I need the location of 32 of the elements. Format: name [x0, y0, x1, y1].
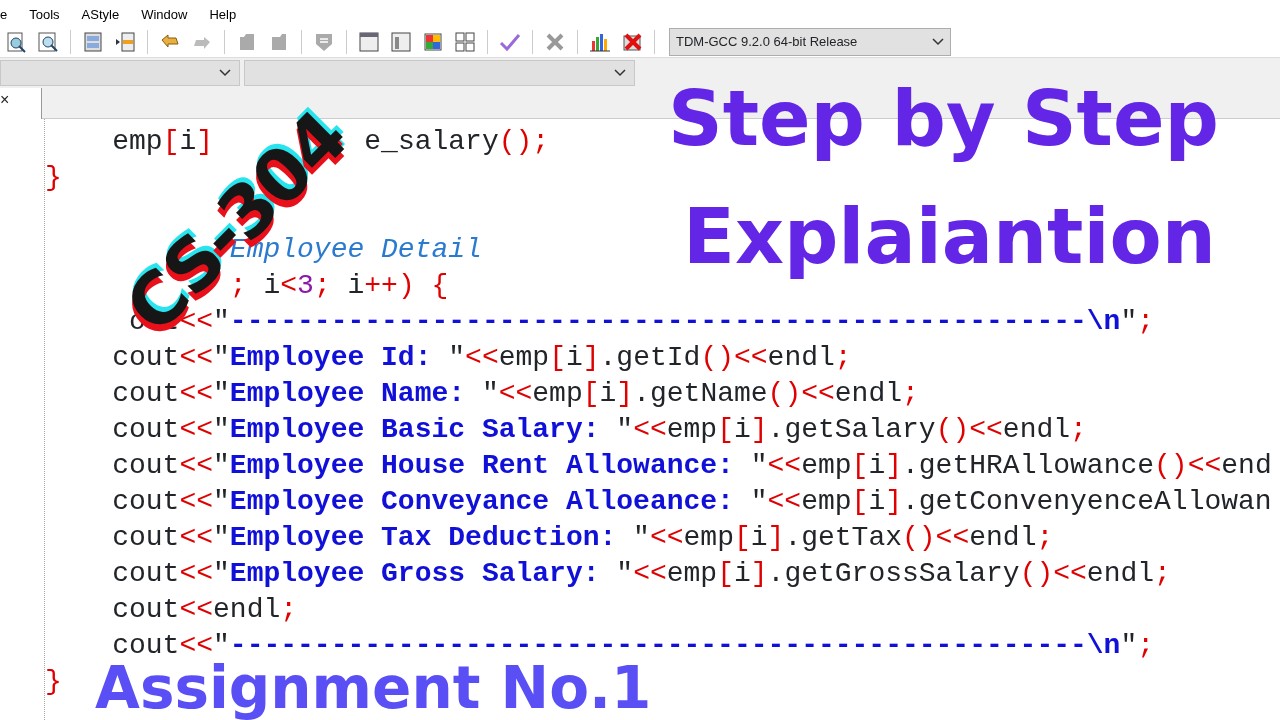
code-line: cout<<"Employee House Rent Allowance: "<<emp[i].getHRAllowance()<<end [112, 449, 1272, 483]
grid-icon[interactable] [454, 30, 476, 53]
code-fragment: e_salary(); [364, 125, 550, 159]
code-line: cout<<"Employee Name: "<<emp[i].getName()<<endl; [112, 377, 919, 411]
code-line: cout<<"Employee Gross Salary: "<<emp[i].getGrossSalary()<<endl; [112, 557, 1171, 591]
window-icon[interactable] [358, 30, 380, 53]
indent-icon[interactable] [114, 30, 136, 53]
code-line: cout<<"Employee Id: "<<emp[i].getId()<<endl; [112, 341, 852, 375]
chevron-down-icon [219, 69, 231, 77]
compiler-dropdown[interactable]: TDM-GCC 9.2.0 64-bit Release [669, 27, 951, 56]
menu-item[interactable]: AStyle [81, 1, 128, 25]
code-line: cout<<"Employee Basic Salary: "<<emp[i].getSalary()<<endl; [112, 413, 1087, 447]
find-icon[interactable] [37, 30, 59, 53]
menu-item[interactable]: Window [141, 1, 196, 25]
file-tab[interactable]: × [0, 88, 42, 119]
color-grid-icon[interactable] [422, 30, 444, 53]
headline-text: Explaiantion [683, 191, 1216, 283]
menu-item[interactable]: Help [209, 1, 245, 25]
window-icon[interactable] [390, 30, 412, 53]
find-icon[interactable] [5, 30, 27, 53]
code-line: cout<<endl; [112, 593, 298, 627]
chevron-down-icon [614, 69, 626, 77]
menu-item[interactable]: e [0, 1, 16, 25]
close-button[interactable]: × [0, 91, 10, 108]
panel-icon[interactable] [82, 30, 104, 53]
code-line: cout<<"Employee Tax Deduction: "<<emp[i].getTax()<<endl; [112, 521, 1054, 555]
menu-item[interactable]: Tools [29, 1, 68, 25]
code-line: cout<<"Employee Conveyance Alloeance: "<<emp[i].getConvenyenceAllowan [112, 485, 1272, 519]
headline-text: Step by Step [668, 73, 1219, 165]
code-line: } [45, 161, 62, 195]
code-line: } [45, 665, 62, 699]
chevron-down-icon [932, 37, 944, 46]
